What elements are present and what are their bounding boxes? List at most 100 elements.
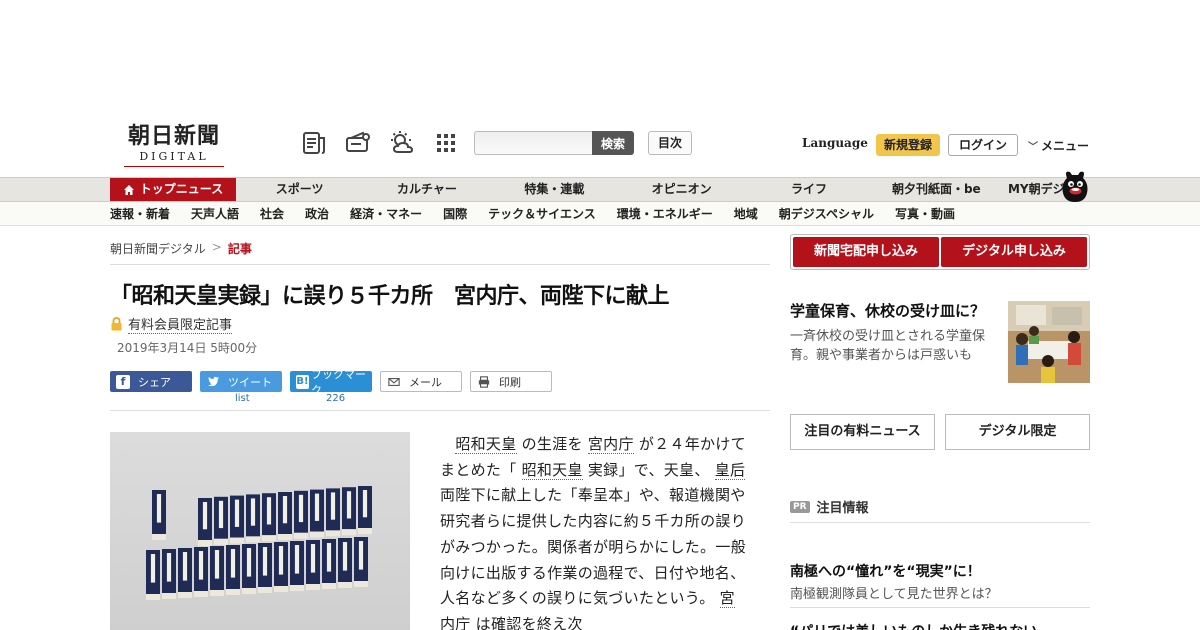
- paid-member-badge: 有料会員限定記事: [110, 314, 233, 334]
- facebook-icon: f: [116, 374, 130, 389]
- table-of-contents-button[interactable]: 目次: [648, 131, 693, 155]
- nav2-region[interactable]: 地域: [734, 202, 758, 226]
- tab-paid-news[interactable]: 注目の有料ニュース: [790, 414, 935, 450]
- book-volume: [262, 493, 276, 542]
- pr-item-title[interactable]: 南極への“憧れ”を“現実”に！: [790, 561, 981, 581]
- mail-share-label: メール: [409, 375, 442, 389]
- article-body: 昭和天皇 の生涯を 宮内庁 が２４年かけてまとめた「 昭和天皇 実録」で、天皇、…: [440, 432, 750, 630]
- book-volume: [242, 544, 256, 594]
- book-volume: [274, 542, 288, 592]
- mascot-icon[interactable]: [1058, 166, 1092, 202]
- pr-item-description[interactable]: 南極観測隊員として見た世界とは？: [790, 583, 998, 602]
- book-volume: [342, 487, 356, 536]
- hatena-bookmark-button[interactable]: B! ブックマーク: [290, 368, 372, 397]
- pr-header: PR 注目情報: [790, 497, 869, 516]
- logo-title: 朝日新聞: [127, 123, 220, 149]
- book-volume: [178, 548, 192, 598]
- header-icon-bar: [300, 129, 460, 157]
- hatena-count[interactable]: 226: [326, 393, 345, 404]
- feature-description: 一斉休校の受け皿とされる学童保育。親や事業者からは戸惑いも: [790, 329, 986, 363]
- nav2-tech-science[interactable]: テック＆サイエンス: [488, 202, 596, 226]
- grid-apps-icon[interactable]: [432, 129, 460, 157]
- weather-icon[interactable]: [388, 129, 416, 157]
- twitter-count[interactable]: list: [235, 393, 250, 404]
- book-volume: [152, 490, 166, 540]
- pr-item-divider: [790, 607, 1090, 608]
- breadcrumb-current: 記事: [227, 242, 252, 256]
- mail-share-button[interactable]: メール: [380, 371, 462, 392]
- search-input[interactable]: [474, 131, 592, 155]
- book-volume: [198, 498, 212, 546]
- body-text-segment: は確認を終え次: [470, 614, 583, 630]
- feature-title: 学童保育、休校の受け皿に？: [790, 302, 986, 320]
- print-button[interactable]: 印刷: [470, 371, 552, 392]
- keyword-link[interactable]: 宮内庁: [587, 435, 634, 454]
- nav-features[interactable]: 特集・連載: [491, 178, 618, 201]
- book-volume: [146, 550, 160, 600]
- nav2-environment[interactable]: 環境・エネルギー: [617, 202, 713, 226]
- nav2-breaking[interactable]: 速報・新着: [110, 202, 170, 226]
- signup-button[interactable]: 新規登録: [876, 134, 941, 156]
- nav-sports[interactable]: スポーツ: [236, 178, 363, 201]
- pr-badge: PR: [790, 500, 810, 513]
- site-logo[interactable]: 朝日新聞 DIGITAL: [118, 124, 230, 167]
- article-photo[interactable]: [110, 432, 410, 630]
- language-link[interactable]: Language: [802, 136, 868, 150]
- coupon-icon[interactable]: [344, 129, 372, 157]
- book-volume: [246, 494, 260, 543]
- digital-subscribe-button[interactable]: デジタル申し込み: [941, 237, 1087, 267]
- book-volume: [258, 543, 272, 593]
- body-text-segment: 両陛下に献上した「奉呈本」や、報道機関や研究者らに提供した内容に約５千カ所の誤り…: [440, 486, 747, 608]
- nav2-tensei-jingo[interactable]: 天声人語: [191, 202, 239, 226]
- book-volume: [230, 495, 244, 544]
- nav-top-news-label: トップニュース: [139, 182, 224, 196]
- tab-digital-only[interactable]: デジタル限定: [945, 414, 1090, 450]
- article-date: 2019年3月14日 5時00分: [117, 341, 258, 355]
- facebook-share-button[interactable]: f シェア: [110, 371, 192, 392]
- book-volume: [214, 496, 228, 545]
- menu-button[interactable]: ﹀ メニュー: [1028, 137, 1089, 154]
- search-button[interactable]: 検索: [592, 131, 634, 155]
- subscription-buttons: 新聞宅配申し込み デジタル申し込み: [790, 234, 1090, 270]
- logo-divider: [124, 166, 224, 167]
- nav2-society[interactable]: 社会: [260, 202, 284, 226]
- feature-card[interactable]: 学童保育、休校の受け皿に？ 一斉休校の受け皿とされる学童保育。親や事業者からは戸…: [790, 300, 1090, 384]
- secondary-nav: 速報・新着 天声人語 社会 政治 経済・マネー 国際 テック＆サイエンス 環境・…: [0, 202, 1200, 226]
- keyword-link[interactable]: 昭和天皇: [521, 460, 583, 480]
- nav2-politics[interactable]: 政治: [305, 202, 329, 226]
- envelope-icon: [387, 375, 401, 389]
- nav2-photo-video[interactable]: 写真・動画: [895, 202, 955, 226]
- pr-section-label: 注目情報: [816, 501, 869, 516]
- breadcrumb: 朝日新聞デジタル > 記事: [110, 240, 252, 257]
- book-volume: [278, 492, 292, 540]
- nav-culture[interactable]: カルチャー: [363, 178, 490, 201]
- book-volume: [226, 545, 240, 595]
- keyword-link[interactable]: 昭和天皇: [455, 435, 517, 454]
- nav2-international[interactable]: 国際: [443, 202, 467, 226]
- book-volume: [354, 537, 368, 587]
- pr-item-title-2[interactable]: “パリでは美しいものしか生き残れない: [790, 621, 1037, 630]
- sidebar-tabs: 注目の有料ニュース デジタル限定: [790, 414, 1090, 450]
- nav-top-news[interactable]: トップニュース: [110, 178, 236, 201]
- twitter-share-button[interactable]: ツイート: [200, 371, 282, 392]
- primary-nav: トップニュース スポーツ カルチャー 特集・連載 オピニオン ライフ 朝夕刊紙面…: [0, 177, 1200, 202]
- book-volume: [358, 486, 372, 534]
- nav-opinion[interactable]: オピニオン: [618, 178, 745, 201]
- nav-life[interactable]: ライフ: [745, 178, 872, 201]
- book-volume: [294, 490, 308, 539]
- nav2-special[interactable]: 朝デジスペシャル: [779, 202, 874, 226]
- nav2-economy[interactable]: 経済・マネー: [350, 202, 422, 226]
- book-volume: [194, 547, 208, 597]
- newspaper-subscribe-button[interactable]: 新聞宅配申し込み: [793, 237, 939, 267]
- paid-member-label[interactable]: 有料会員限定記事: [128, 314, 233, 334]
- login-button[interactable]: ログイン: [948, 134, 1018, 156]
- keyword-link[interactable]: 皇后: [714, 460, 746, 480]
- newspaper-icon[interactable]: [300, 129, 328, 157]
- feature-thumbnail: [1008, 301, 1090, 383]
- books-illustration: [146, 486, 372, 600]
- chevron-down-icon: ﹀: [1028, 142, 1038, 153]
- body-text-segment: 実録」で、天皇、: [582, 460, 715, 479]
- article-headline: 「昭和天皇実録」に誤り５千カ所 宮内庁、両陛下に献上: [110, 284, 670, 309]
- nav-paper-edition[interactable]: 朝夕刊紙面・be: [873, 178, 1000, 201]
- breadcrumb-home[interactable]: 朝日新聞デジタル: [110, 240, 206, 257]
